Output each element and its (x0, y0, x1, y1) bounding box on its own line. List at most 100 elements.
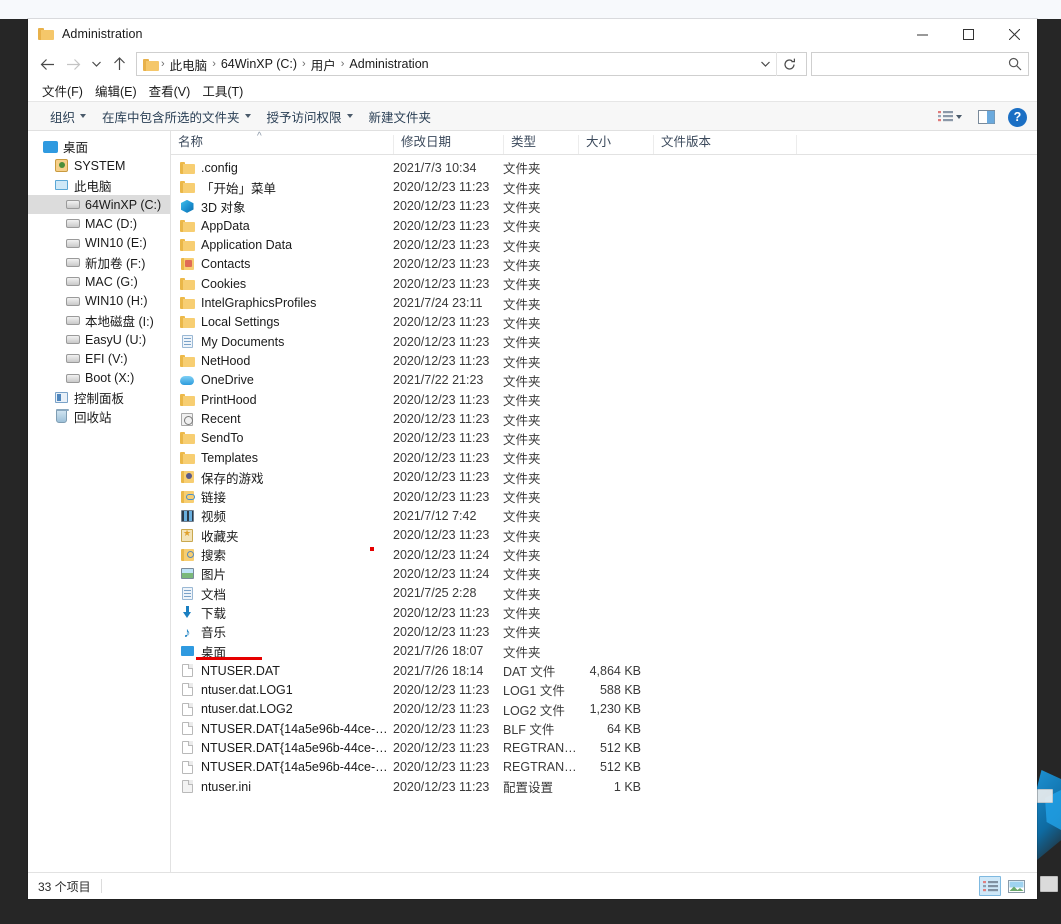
menu-item-file[interactable]: 文件(F) (36, 79, 89, 102)
table-row[interactable]: 搜索 2020/12/23 11:24 文件夹 (171, 545, 1037, 564)
column-header-file-version[interactable]: 文件版本 (653, 135, 796, 154)
sidebar-item-label: WIN10 (H:) (85, 294, 148, 309)
command-include-in-library[interactable]: 在库中包含所选的文件夹 (94, 104, 259, 129)
table-row[interactable]: 视频 2021/7/12 7:42 文件夹 (171, 506, 1037, 525)
sidebar-item-label: 控制面板 (74, 392, 125, 406)
status-bar: 33 个项目 (28, 872, 1037, 899)
large-icons-view-button[interactable] (1005, 876, 1027, 896)
file-name: Cookies (201, 276, 247, 291)
table-row[interactable]: NetHood 2020/12/23 11:23 文件夹 (171, 351, 1037, 370)
sidebar-item-64winxp-c[interactable]: 64WinXP (C:) (28, 194, 170, 215)
sidebar-item-boot-x[interactable]: Boot (X:) (28, 369, 170, 388)
table-row[interactable]: Recent 2020/12/23 11:23 文件夹 (171, 409, 1037, 428)
table-row[interactable]: 链接 2020/12/23 11:23 文件夹 (171, 487, 1037, 506)
table-row[interactable]: Application Data 2020/12/23 11:23 文件夹 (171, 235, 1037, 254)
table-row[interactable]: 「开始」菜单 2020/12/23 11:23 文件夹 (171, 177, 1037, 196)
breadcrumb-item-2[interactable]: 用户 (307, 55, 340, 74)
breadcrumb-item-3[interactable]: Administration (345, 57, 432, 71)
sidebar-item-easyu-u[interactable]: EasyU (U:) (28, 330, 170, 349)
sidebar-item-system[interactable]: SYSTEM (28, 156, 170, 175)
column-header-type[interactable]: 类型 (503, 135, 578, 154)
up-arrow-icon[interactable] (106, 52, 132, 76)
table-row[interactable]: ntuser.ini 2020/12/23 11:23 配置设置 1 KB (171, 777, 1037, 796)
file-name: OneDrive (201, 373, 254, 388)
breadcrumb-item-1[interactable]: 64WinXP (C:) (217, 57, 301, 71)
details-view-button[interactable] (979, 876, 1001, 896)
menu-item-view[interactable]: 查看(V) (143, 79, 197, 102)
sidebar-item-mac-g[interactable]: MAC (G:) (28, 272, 170, 291)
file-type: 文件夹 (503, 181, 541, 196)
table-row[interactable]: NTUSER.DAT{14a5e96b-44ce-11eb-9... 2020/… (171, 719, 1037, 738)
drive-icon (64, 238, 81, 248)
folder-icon (178, 239, 196, 252)
search-box[interactable] (811, 52, 1029, 76)
title-bar[interactable]: Administration (28, 19, 1037, 49)
breadcrumb-box[interactable]: › 此电脑 › 64WinXP (C:) › 用户 › Administrati… (136, 52, 807, 76)
table-row[interactable]: 3D 对象 2020/12/23 11:23 文件夹 (171, 197, 1037, 216)
table-row[interactable]: Contacts 2020/12/23 11:23 文件夹 (171, 255, 1037, 274)
address-chevron-down-icon[interactable] (754, 52, 776, 76)
preview-pane-icon[interactable] (975, 108, 998, 126)
table-row[interactable]: 文档 2021/7/25 2:28 文件夹 (171, 584, 1037, 603)
refresh-icon[interactable] (776, 52, 802, 76)
sidebar-item-new-volume-f[interactable]: 新加卷 (F:) (28, 253, 170, 272)
table-row[interactable]: Cookies 2020/12/23 11:23 文件夹 (171, 274, 1037, 293)
table-row[interactable]: NTUSER.DAT{14a5e96b-44ce-11eb-9... 2020/… (171, 738, 1037, 757)
table-row[interactable]: AppData 2020/12/23 11:23 文件夹 (171, 216, 1037, 235)
table-row[interactable]: ntuser.dat.LOG2 2020/12/23 11:23 LOG2 文件… (171, 700, 1037, 719)
column-header-date-modified[interactable]: 修改日期 (393, 135, 503, 154)
view-options-icon[interactable] (935, 108, 965, 126)
command-organize[interactable]: 组织 (42, 104, 94, 129)
command-grant-access[interactable]: 授予访问权限 (259, 104, 361, 129)
table-row[interactable]: Templates 2020/12/23 11:23 文件夹 (171, 448, 1037, 467)
maximize-button[interactable] (945, 19, 991, 49)
help-button[interactable]: ? (1008, 107, 1027, 127)
minimize-button[interactable] (899, 19, 945, 49)
table-row[interactable]: NTUSER.DAT 2021/7/26 18:14 DAT 文件 4,864 … (171, 661, 1037, 680)
menu-item-tools[interactable]: 工具(T) (196, 79, 249, 102)
breadcrumb-item-0[interactable]: 此电脑 (166, 55, 212, 74)
search-icon[interactable] (1008, 57, 1022, 71)
sidebar-item-win10-h[interactable]: WIN10 (H:) (28, 291, 170, 310)
breadcrumb: › 此电脑 › 64WinXP (C:) › 用户 › Administrati… (143, 55, 754, 74)
file-date: 2020/12/23 11:24 (393, 566, 490, 581)
file-name: ntuser.ini (201, 779, 252, 794)
table-row[interactable]: NTUSER.DAT{14a5e96b-44ce-11eb-9... 2020/… (171, 758, 1037, 777)
sidebar-item-efi-v[interactable]: EFI (V:) (28, 349, 170, 368)
close-button[interactable] (991, 19, 1037, 49)
table-row[interactable]: 桌面 2021/7/26 18:07 文件夹 (171, 642, 1037, 661)
sidebar-item-label: MAC (G:) (85, 274, 138, 289)
table-row[interactable]: IntelGraphicsProfiles 2021/7/24 23:11 文件… (171, 293, 1037, 312)
sidebar-item-local-disk-i[interactable]: 本地磁盘 (I:) (28, 311, 170, 330)
back-arrow-icon[interactable] (34, 52, 60, 76)
column-header-size[interactable]: 大小 (578, 135, 653, 154)
table-row[interactable]: 收藏夹 2020/12/23 11:23 文件夹 (171, 526, 1037, 545)
forward-arrow-icon[interactable] (60, 52, 86, 76)
sidebar-item-mac-d[interactable]: MAC (D:) (28, 214, 170, 233)
table-row[interactable]: 保存的游戏 2020/12/23 11:23 文件夹 (171, 468, 1037, 487)
table-row[interactable]: 图片 2020/12/23 11:24 文件夹 (171, 564, 1037, 583)
sidebar-item-recycle-bin[interactable]: 回收站 (28, 407, 170, 426)
recent-locations-chevron-down-icon[interactable] (86, 52, 106, 76)
table-row[interactable]: Local Settings 2020/12/23 11:23 文件夹 (171, 313, 1037, 332)
table-row[interactable]: ntuser.dat.LOG1 2020/12/23 11:23 LOG1 文件… (171, 680, 1037, 699)
table-row[interactable]: ♪ 音乐 2020/12/23 11:23 文件夹 (171, 622, 1037, 641)
sidebar-item-control-panel[interactable]: 控制面板 (28, 388, 170, 407)
file-date: 2020/12/23 11:23 (393, 276, 490, 291)
table-row[interactable]: OneDrive 2021/7/22 21:23 文件夹 (171, 371, 1037, 390)
search-input[interactable] (818, 56, 1008, 72)
file-name-cell: IntelGraphicsProfiles (171, 296, 393, 310)
sidebar-item-this-pc[interactable]: 此电脑 (28, 176, 170, 195)
table-row[interactable]: .config 2021/7/3 10:34 文件夹 (171, 158, 1037, 177)
menu-item-edit[interactable]: 编辑(E) (89, 79, 143, 102)
column-header-name[interactable]: 名称 ^ (171, 131, 393, 154)
table-row[interactable]: My Documents 2020/12/23 11:23 文件夹 (171, 332, 1037, 351)
sidebar-item-desktop[interactable]: 桌面 (28, 137, 170, 156)
sidebar-item-win10-e[interactable]: WIN10 (E:) (28, 233, 170, 252)
file-list-pane: 名称 ^ 修改日期 类型 大小 文件版本 .config 2021/7/3 10… (171, 131, 1037, 872)
table-row[interactable]: PrintHood 2020/12/23 11:23 文件夹 (171, 390, 1037, 409)
table-row[interactable]: 下载 2020/12/23 11:23 文件夹 (171, 603, 1037, 622)
command-new-folder[interactable]: 新建文件夹 (361, 104, 440, 129)
table-row[interactable]: SendTo 2020/12/23 11:23 文件夹 (171, 429, 1037, 448)
window-title: Administration (62, 27, 143, 41)
